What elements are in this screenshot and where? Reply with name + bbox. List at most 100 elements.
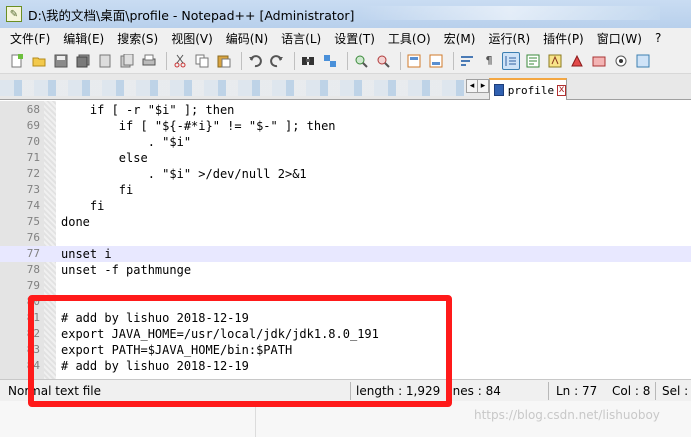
window-title: D:\我的文档\桌面\profile - Notepad++ [Administ… bbox=[28, 7, 355, 23]
editor[interactable]: 68 if [ -r "$i" ]; then 69 if [ "${-#*i}"… bbox=[0, 101, 691, 379]
menu-run[interactable]: 运行(R) bbox=[488, 30, 530, 47]
code-line[interactable]: 72 . "$i" >/dev/null 2>&1 bbox=[0, 166, 691, 182]
print-icon[interactable] bbox=[140, 52, 158, 70]
menu-window[interactable]: 窗口(W) bbox=[597, 30, 642, 47]
code-line[interactable]: 71 else bbox=[0, 150, 691, 166]
indent-guide-icon[interactable] bbox=[502, 51, 520, 70]
play-macro-icon[interactable] bbox=[634, 52, 652, 70]
code-line[interactable]: 70 . "$i" bbox=[0, 134, 691, 150]
line-number: 82 bbox=[26, 327, 40, 340]
code-line[interactable]: 68 if [ -r "$i" ]; then bbox=[0, 102, 691, 118]
sync-vertical-icon[interactable] bbox=[405, 52, 423, 70]
save-icon[interactable] bbox=[52, 52, 70, 70]
toolbar-separator bbox=[294, 51, 295, 70]
line-text[interactable]: unset i bbox=[61, 246, 112, 262]
status-divider bbox=[655, 382, 656, 400]
line-text[interactable]: if [ -r "$i" ]; then bbox=[61, 102, 235, 118]
line-text[interactable]: . "$i" >/dev/null 2>&1 bbox=[61, 166, 307, 182]
code-line[interactable]: 69 if [ "${-#*i}" != "$-" ]; then bbox=[0, 118, 691, 134]
line-number: 69 bbox=[26, 119, 40, 132]
find-icon[interactable] bbox=[299, 52, 317, 70]
code-line[interactable]: 83 export PATH=$JAVA_HOME/bin:$PATH bbox=[0, 342, 691, 358]
zoom-in-icon[interactable] bbox=[352, 52, 370, 70]
menu-encoding[interactable]: 编码(N) bbox=[226, 30, 268, 47]
tab-scroll-right-button[interactable]: ▸ bbox=[477, 79, 489, 93]
word-wrap-icon[interactable] bbox=[458, 52, 476, 70]
title-bar-blur bbox=[360, 6, 660, 20]
menu-edit[interactable]: 编辑(E) bbox=[63, 30, 104, 47]
line-number: 79 bbox=[26, 279, 40, 292]
line-number: 75 bbox=[26, 215, 40, 228]
sync-horizontal-icon[interactable] bbox=[427, 52, 445, 70]
line-number: 78 bbox=[26, 263, 40, 276]
close-all-icon[interactable] bbox=[118, 52, 136, 70]
line-number: 70 bbox=[26, 135, 40, 148]
replace-icon[interactable] bbox=[321, 52, 339, 70]
line-text[interactable]: fi bbox=[61, 198, 104, 214]
blurred-tabs bbox=[0, 80, 470, 96]
line-text[interactable]: unset -f pathmunge bbox=[61, 262, 191, 278]
menu-file[interactable]: 文件(F) bbox=[10, 30, 50, 47]
status-sel: Sel : bbox=[662, 384, 689, 398]
code-line[interactable]: 78 unset -f pathmunge bbox=[0, 262, 691, 278]
show-all-chars-icon[interactable]: ¶ bbox=[480, 52, 498, 70]
line-text[interactable]: . "$i" bbox=[61, 134, 191, 150]
save-all-icon[interactable] bbox=[74, 52, 92, 70]
tab-profile[interactable]: profile x bbox=[489, 78, 567, 100]
toolbar-separator bbox=[347, 51, 348, 70]
menu-view[interactable]: 视图(V) bbox=[171, 30, 213, 47]
line-number: 68 bbox=[26, 103, 40, 116]
cut-icon[interactable] bbox=[171, 52, 189, 70]
window-shadow bbox=[255, 401, 256, 437]
close-icon[interactable] bbox=[96, 52, 114, 70]
status-divider bbox=[548, 382, 549, 400]
menu-settings[interactable]: 设置(T) bbox=[334, 30, 375, 47]
undo-icon[interactable] bbox=[246, 52, 264, 70]
menu-language[interactable]: 语言(L) bbox=[281, 30, 321, 47]
record-macro-icon[interactable] bbox=[612, 52, 630, 70]
title-bar: ✎ D:\我的文档\桌面\profile - Notepad++ [Admini… bbox=[0, 0, 691, 28]
line-number: 71 bbox=[26, 151, 40, 164]
menu-search[interactable]: 搜索(S) bbox=[117, 30, 158, 47]
menu-tools[interactable]: 工具(O) bbox=[388, 30, 431, 47]
folder-as-workspace-icon[interactable] bbox=[568, 52, 586, 70]
code-line[interactable]: 77 unset i bbox=[0, 246, 691, 262]
status-ln: Ln : 77 bbox=[556, 384, 598, 398]
line-text[interactable]: else bbox=[61, 150, 148, 166]
menu-macro[interactable]: 宏(M) bbox=[444, 30, 476, 47]
line-text[interactable]: export JAVA_HOME=/usr/local/jdk/jdk1.8.0… bbox=[61, 326, 379, 342]
new-file-icon[interactable] bbox=[8, 52, 26, 70]
notepadpp-app-icon: ✎ bbox=[6, 6, 22, 22]
code-line[interactable]: 74 fi bbox=[0, 198, 691, 214]
line-text[interactable]: # add by lishuo 2018-12-19 bbox=[61, 310, 249, 326]
code-line[interactable]: 73 fi bbox=[0, 182, 691, 198]
copy-icon[interactable] bbox=[193, 52, 211, 70]
code-line[interactable]: 75 done bbox=[0, 214, 691, 230]
monitoring-icon[interactable] bbox=[590, 52, 608, 70]
tab-close-button[interactable]: x bbox=[557, 84, 566, 96]
code-line[interactable]: 79 bbox=[0, 278, 691, 294]
menu-help[interactable]: ? bbox=[655, 31, 661, 45]
paste-icon[interactable] bbox=[215, 52, 233, 70]
status-lines: lines : 84 bbox=[446, 384, 501, 398]
line-text[interactable]: done bbox=[61, 214, 90, 230]
code-line[interactable]: 76 bbox=[0, 230, 691, 246]
code-line[interactable]: 84 # add by lishuo 2018-12-19 bbox=[0, 358, 691, 374]
line-text[interactable]: if [ "${-#*i}" != "$-" ]; then bbox=[61, 118, 336, 134]
menu-plugins[interactable]: 插件(P) bbox=[543, 30, 584, 47]
doc-map-icon[interactable] bbox=[524, 52, 542, 70]
function-list-icon[interactable] bbox=[546, 52, 564, 70]
code-line[interactable]: 82 export JAVA_HOME=/usr/local/jdk/jdk1.8… bbox=[0, 326, 691, 342]
line-number: 73 bbox=[26, 183, 40, 196]
redo-icon[interactable] bbox=[268, 52, 286, 70]
line-number: 77 bbox=[26, 247, 40, 260]
code-line[interactable]: 81 # add by lishuo 2018-12-19 bbox=[0, 310, 691, 326]
tab-label: profile bbox=[507, 83, 555, 97]
line-text[interactable]: # add by lishuo 2018-12-19 bbox=[61, 358, 249, 374]
line-text[interactable]: fi bbox=[61, 182, 133, 198]
line-number: 84 bbox=[26, 359, 40, 372]
open-file-icon[interactable] bbox=[30, 52, 48, 70]
zoom-out-icon[interactable] bbox=[374, 52, 392, 70]
line-text[interactable]: export PATH=$JAVA_HOME/bin:$PATH bbox=[61, 342, 292, 358]
code-line[interactable]: 80 bbox=[0, 294, 691, 310]
